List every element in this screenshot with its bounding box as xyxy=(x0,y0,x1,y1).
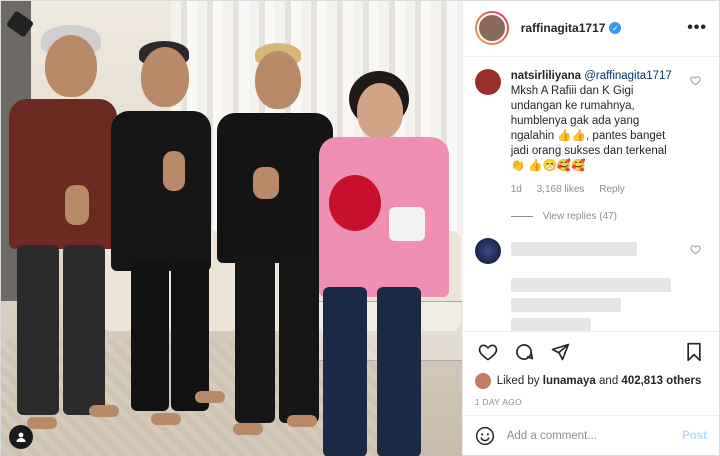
story-ring[interactable] xyxy=(474,11,509,46)
view-replies-button[interactable]: View replies (47) xyxy=(510,210,707,222)
commenter-avatar[interactable] xyxy=(474,68,501,95)
comment-likes[interactable]: 3,168 likes xyxy=(537,184,585,195)
heart-icon xyxy=(478,344,498,361)
bookmark-icon xyxy=(687,342,701,361)
person-maroon-shirt xyxy=(5,25,125,455)
comment-reply-button[interactable]: Reply xyxy=(599,184,625,195)
blurred-comment-heart-icon[interactable] xyxy=(690,244,701,255)
comment-button[interactable] xyxy=(511,339,537,365)
add-comment-bar: Post xyxy=(462,415,719,455)
liked-by-and: and xyxy=(599,375,619,388)
save-button[interactable] xyxy=(681,339,707,365)
person-pink-tshirt xyxy=(319,71,451,456)
comment-meta: 1d 3,168 likes Reply xyxy=(511,182,683,197)
gg-apple-logo xyxy=(329,175,381,231)
comments-section: natsirliliyana @raffinagita1717 Mksh A R… xyxy=(463,57,719,332)
blurred-comment-item xyxy=(474,237,707,332)
view-replies-label: View replies (47) xyxy=(542,210,618,222)
white-bag xyxy=(389,207,425,241)
instagram-post: raffinagita1717 ✓ ••• natsirliliyana @ra… xyxy=(0,0,720,456)
comment-input[interactable] xyxy=(506,429,683,442)
comment-text: Mksh A Rafiii dan K Gigi undangan ke rum… xyxy=(510,84,667,172)
liked-by-prefix: Liked by xyxy=(496,375,540,388)
post-photo[interactable] xyxy=(1,1,462,456)
send-icon xyxy=(551,343,569,361)
liked-by-user[interactable]: lunamaya xyxy=(543,375,596,387)
author-avatar[interactable] xyxy=(476,13,507,44)
blurred-commenter-avatar[interactable] xyxy=(474,237,501,264)
liker-avatar[interactable] xyxy=(474,373,491,390)
share-button[interactable] xyxy=(547,339,573,365)
replies-divider xyxy=(510,215,533,217)
blurred-comment-body xyxy=(510,238,683,332)
post-details-panel: raffinagita1717 ✓ ••• natsirliliyana @ra… xyxy=(461,1,719,455)
post-header: raffinagita1717 ✓ ••• xyxy=(462,1,719,57)
verified-badge-icon: ✓ xyxy=(609,22,622,35)
emoji-icon[interactable] xyxy=(475,426,495,446)
action-bar xyxy=(462,331,719,371)
comment-icon xyxy=(515,343,533,360)
likes-summary: Liked by lunamaya and 402,813 others xyxy=(463,371,719,391)
comment-item: natsirliliyana @raffinagita1717 Mksh A R… xyxy=(474,68,707,197)
commenter-username[interactable]: natsirliliyana xyxy=(511,70,581,82)
more-options-button[interactable]: ••• xyxy=(687,19,707,37)
author-username[interactable]: raffinagita1717 xyxy=(521,21,606,35)
comment-like-heart-icon[interactable] xyxy=(690,75,701,86)
comment-body: natsirliliyana @raffinagita1717 Mksh A R… xyxy=(511,69,683,197)
post-comment-button[interactable]: Post xyxy=(682,430,707,442)
like-button[interactable] xyxy=(475,339,501,365)
liked-by-others[interactable]: 402,813 others xyxy=(621,375,701,387)
comment-mention[interactable]: @raffinagita1717 xyxy=(584,70,672,82)
comment-age: 1d xyxy=(510,183,522,195)
post-timestamp[interactable]: 1 DAY AGO xyxy=(463,391,719,415)
tagged-people-icon[interactable] xyxy=(9,425,33,449)
person-black-tshirt-1 xyxy=(111,41,225,451)
